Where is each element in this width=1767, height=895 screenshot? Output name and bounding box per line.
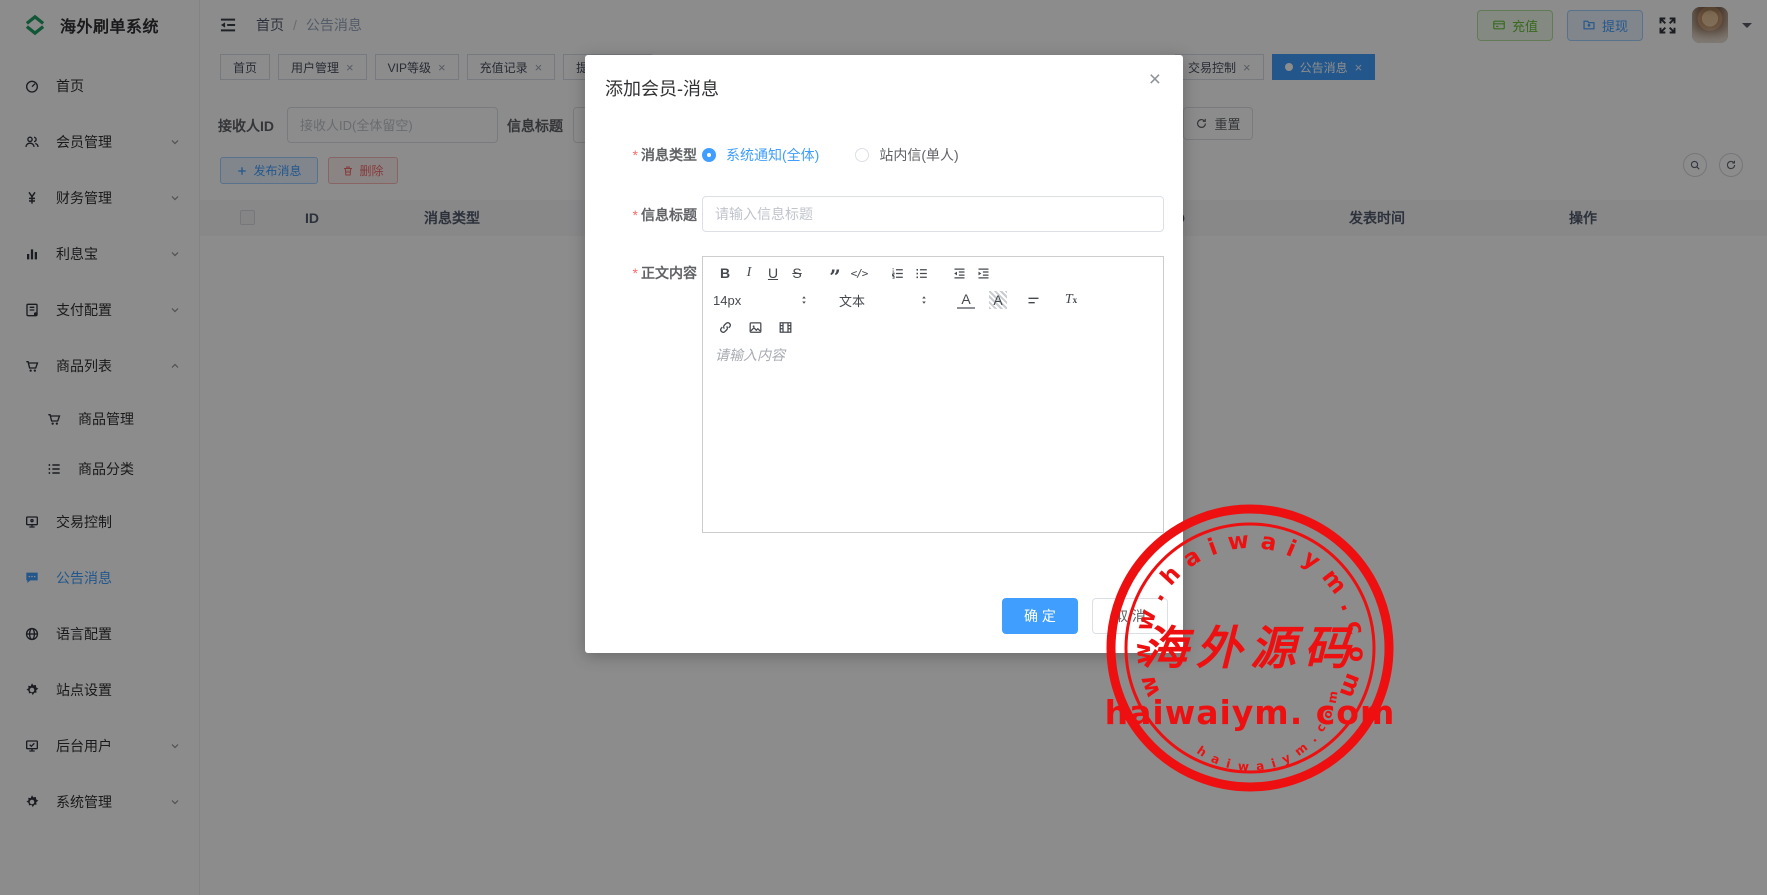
align-icon [1026,293,1041,308]
indent-icon [976,266,991,281]
blockquote-button[interactable]: ” [823,262,847,284]
indent-button[interactable] [971,262,995,284]
radio-system-notice[interactable] [702,148,716,162]
info-title-input[interactable] [702,196,1164,232]
outdent-icon [952,266,967,281]
message-type-field-label: *消息类型 [607,145,697,165]
editor-toolbar-row-1: B I U S ” </> [713,261,1153,285]
required-asterisk: * [633,265,638,281]
unordered-list-icon [914,266,929,281]
confirm-button[interactable]: 确 定 [1002,598,1078,634]
font-color-button[interactable]: A [957,291,975,309]
clear-format-button[interactable]: Tx [1059,289,1083,311]
ordered-list-button[interactable] [885,262,909,284]
ordered-list-icon [890,266,905,281]
cancel-button[interactable]: 取 消 [1092,598,1168,634]
editor-toolbar-row-2: 14px 文本 A A Tx [713,288,1153,312]
film-icon [778,320,793,335]
font-size-select[interactable]: 14px [713,293,809,308]
radio-private-message[interactable] [855,148,869,162]
dialog-title: 添加会员-消息 [605,75,719,101]
bold-button[interactable]: B [713,262,737,284]
dialog-close-icon[interactable]: × [1149,69,1161,90]
message-type-radio-group: 系统通知(全体) 站内信(单人) [702,145,959,165]
code-button[interactable]: </> [847,262,871,284]
required-asterisk: * [633,207,638,223]
dialog-footer: 确 定 取 消 [1002,598,1168,634]
outdent-button[interactable] [947,262,971,284]
app-root: 海外刷单系统 首页 会员管理 财务管理 利息宝 [0,0,1767,895]
link-icon [718,320,733,335]
required-asterisk: * [633,147,638,163]
align-button[interactable] [1021,289,1045,311]
italic-button[interactable]: I [737,262,761,284]
editor-content-area[interactable]: 请输入内容 [702,335,1164,533]
unordered-list-button[interactable] [909,262,933,284]
strikethrough-button[interactable]: S [785,262,809,284]
underline-button[interactable]: U [761,262,785,284]
highlight-color-button[interactable]: A [989,291,1007,309]
body-content-field-label: *正文内容 [607,263,697,283]
add-message-dialog: 添加会员-消息 × *消息类型 系统通知(全体) 站内信(单人) *信息标题 *… [585,55,1183,653]
updown-arrows-icon [799,294,809,306]
radio-private-message-label[interactable]: 站内信(单人) [879,145,958,165]
editor-placeholder: 请输入内容 [715,347,785,363]
info-title-field-label: *信息标题 [607,205,697,225]
radio-system-notice-label[interactable]: 系统通知(全体) [726,145,819,165]
font-family-select[interactable]: 文本 [839,291,929,310]
updown-arrows-icon [919,294,929,306]
image-icon [748,320,763,335]
editor-toolbar: B I U S ” </> 14px 文本 A [702,256,1164,336]
